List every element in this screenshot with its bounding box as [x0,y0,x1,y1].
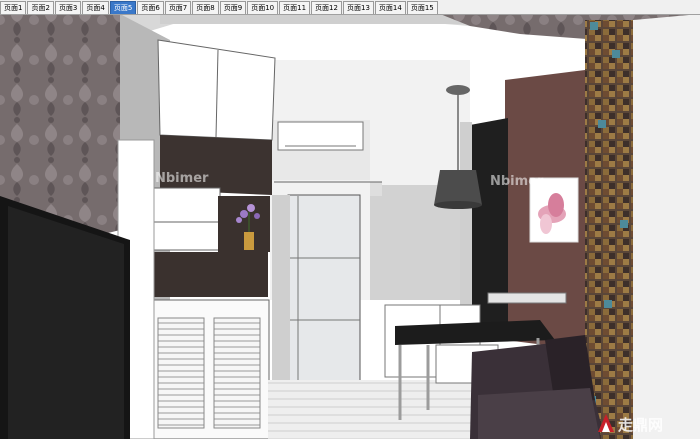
logo-text: 走鼎网 [618,416,663,434]
scene-tab-9[interactable]: 页面9 [219,1,247,14]
scene-tab-1[interactable]: 页面1 [0,1,27,14]
louver-door-left [157,317,205,429]
glass-door [287,194,361,391]
3d-viewport[interactable]: Nbimer Nbimer 走鼎网 [0,14,700,439]
room-scene: Nbimer Nbimer 走鼎网 [0,14,700,439]
scene-tab-10[interactable]: 页面10 [247,1,279,14]
mosaic-tile-column [585,20,633,439]
cabinet-niche-top [160,135,272,195]
louver-door-right [213,317,261,429]
scene-tab-2[interactable]: 页面2 [27,1,54,14]
scene-tab-15[interactable]: 页面15 [406,1,438,14]
scene-tab-7[interactable]: 页面7 [164,1,192,14]
scene-tab-14[interactable]: 页面14 [374,1,406,14]
scene-tab-5[interactable]: 页面5 [109,1,137,14]
watermark-left: Nbimer [155,171,209,186]
right-white-wall [633,14,700,439]
scene-tab-13[interactable]: 页面13 [342,1,374,14]
wall-rail [487,292,567,304]
middle-cabinet [151,187,221,251]
scene-tab-11[interactable]: 页面11 [279,1,311,14]
scene-tab-12[interactable]: 页面12 [311,1,342,14]
scene-tab-8[interactable]: 页面8 [192,1,219,14]
scene-tab-6[interactable]: 页面6 [137,1,164,14]
pendant-shade [434,170,482,205]
scene-tab-4[interactable]: 页面4 [82,1,109,14]
pendant-canopy [446,85,470,95]
flower-vase [244,232,254,250]
scene-tab-3[interactable]: 页面3 [54,1,82,14]
scene-tab-bar: 页面1 页面2 页面3 页面4 页面5 页面6 页面7 页面8 页面9 页面10… [0,0,700,15]
watermark-right: Nbimer [490,174,544,189]
